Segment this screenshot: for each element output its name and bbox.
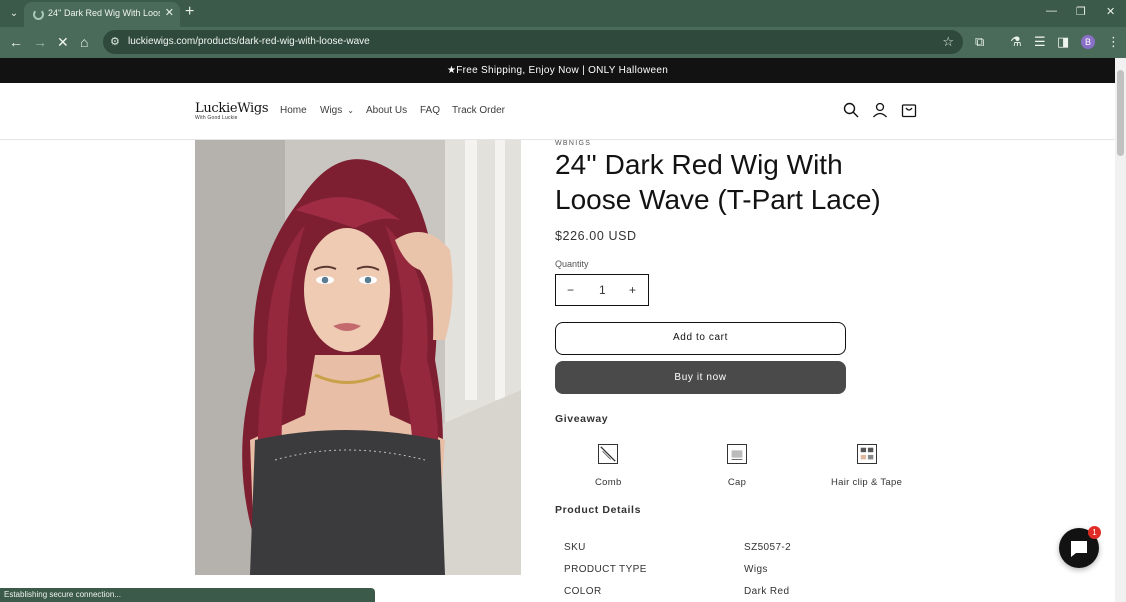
- giveaway-label: Cap: [727, 477, 747, 488]
- tab-search-chevron-icon[interactable]: ⌄: [6, 6, 22, 22]
- minimize-icon[interactable]: —: [1046, 5, 1057, 17]
- status-bar: Establishing secure connection...: [0, 588, 375, 602]
- page-scrollbar[interactable]: [1115, 58, 1126, 602]
- product-vendor: WBNIGS: [555, 140, 592, 147]
- spec-row-color: COLOR Dark Red: [564, 586, 864, 597]
- product-price: $226.00 USD: [555, 229, 637, 243]
- site-info-icon[interactable]: ⚙: [110, 35, 120, 48]
- nav-track-order[interactable]: Track Order: [452, 105, 505, 116]
- spec-key: SKU: [564, 542, 586, 553]
- giveaway-heading: Giveaway: [555, 413, 609, 425]
- quantity-input[interactable]: 1: [599, 283, 606, 297]
- giveaway-item-cap: Cap: [727, 444, 747, 488]
- quantity-increase-button[interactable]: +: [629, 283, 636, 297]
- browser-tab[interactable]: 24'' Dark Red Wig With Loose W ✕: [24, 2, 180, 27]
- add-to-cart-button[interactable]: Add to cart: [555, 322, 846, 355]
- nav-about-us[interactable]: About Us: [366, 105, 407, 116]
- quantity-stepper: − 1 +: [555, 274, 649, 306]
- home-icon[interactable]: ⌂: [80, 34, 88, 50]
- web-page: ★Free Shipping, Enjoy Now | ONLY Hallowe…: [0, 58, 1115, 602]
- product-title: 24'' Dark Red Wig With Loose Wave (T-Par…: [555, 149, 881, 215]
- spec-value: Dark Red: [744, 586, 790, 597]
- restore-icon[interactable]: ❐: [1076, 5, 1086, 18]
- giveaway-item-comb: Comb: [595, 444, 622, 488]
- side-panel-icon[interactable]: ◨: [1057, 34, 1069, 50]
- spec-row-product-type: PRODUCT TYPE Wigs: [564, 564, 864, 575]
- lab-icon[interactable]: ⚗: [1010, 34, 1022, 50]
- chevron-down-icon: ⌄: [347, 106, 354, 115]
- nav-wigs-label: Wigs: [320, 105, 343, 116]
- logo-wordmark: LuckieWigs: [195, 101, 269, 116]
- spec-key: PRODUCT TYPE: [564, 564, 647, 575]
- profile-avatar[interactable]: B: [1081, 35, 1095, 49]
- nav-home[interactable]: Home: [280, 105, 307, 116]
- kebab-menu-icon[interactable]: ⋮: [1107, 34, 1120, 50]
- tab-title: 24'' Dark Red Wig With Loose W: [48, 8, 160, 18]
- site-header: LuckieWigs With Good Luckie Home Wigs ⌄ A…: [0, 83, 1115, 140]
- product-photo-illustration: [195, 140, 521, 575]
- spec-row-sku: SKU SZ5057-2: [564, 542, 864, 553]
- buy-now-button[interactable]: Buy it now: [555, 361, 846, 394]
- loading-spinner-icon: [33, 9, 44, 20]
- window-close-icon[interactable]: ✕: [1106, 5, 1115, 18]
- scrollbar-thumb[interactable]: [1117, 70, 1124, 156]
- bookmark-star-icon[interactable]: ☆: [942, 34, 954, 50]
- quantity-label: Quantity: [555, 259, 589, 269]
- close-icon[interactable]: ✕: [165, 6, 174, 19]
- nav-wigs[interactable]: Wigs ⌄: [320, 105, 354, 116]
- new-tab-icon[interactable]: +: [185, 3, 194, 21]
- address-bar[interactable]: ⚙ luckiewigs.com/products/dark-red-wig-w…: [103, 30, 963, 54]
- spec-value: SZ5057-2: [744, 542, 792, 553]
- giveaway-label: Comb: [595, 477, 622, 488]
- cap-icon: [727, 444, 747, 464]
- browser-toolbar: ← → ✕ ⌂ ⚙ luckiewigs.com/products/dark-r…: [0, 27, 1126, 58]
- media-icon[interactable]: ☰: [1034, 34, 1046, 50]
- search-icon[interactable]: [842, 101, 860, 119]
- comb-icon: [598, 444, 619, 464]
- giveaway-item-hair-clip-tape: Hair clip & Tape: [831, 444, 902, 488]
- back-icon[interactable]: ←: [9, 34, 23, 50]
- cart-icon[interactable]: [900, 101, 918, 119]
- url-text[interactable]: luckiewigs.com/products/dark-red-wig-wit…: [128, 36, 370, 47]
- spec-key: COLOR: [564, 586, 602, 597]
- giveaway-label: Hair clip & Tape: [831, 477, 903, 488]
- nav-faq[interactable]: FAQ: [420, 105, 440, 116]
- stop-icon[interactable]: ✕: [57, 34, 69, 50]
- product-details-heading: Product Details: [555, 504, 642, 516]
- extensions-icon[interactable]: ⧉: [975, 34, 984, 50]
- hair-clip-icon: [856, 444, 877, 464]
- browser-tab-bar: ⌄ 24'' Dark Red Wig With Loose W ✕ + — ❐…: [0, 0, 1126, 27]
- quantity-decrease-button[interactable]: −: [567, 283, 574, 297]
- spec-value: Wigs: [744, 564, 768, 575]
- announcement-bar: ★Free Shipping, Enjoy Now | ONLY Hallowe…: [0, 58, 1115, 83]
- chat-unread-badge: 1: [1088, 526, 1101, 539]
- site-logo[interactable]: LuckieWigs With Good Luckie: [195, 101, 269, 121]
- forward-icon[interactable]: →: [33, 34, 47, 50]
- product-image[interactable]: [195, 140, 521, 575]
- account-icon[interactable]: [871, 101, 889, 119]
